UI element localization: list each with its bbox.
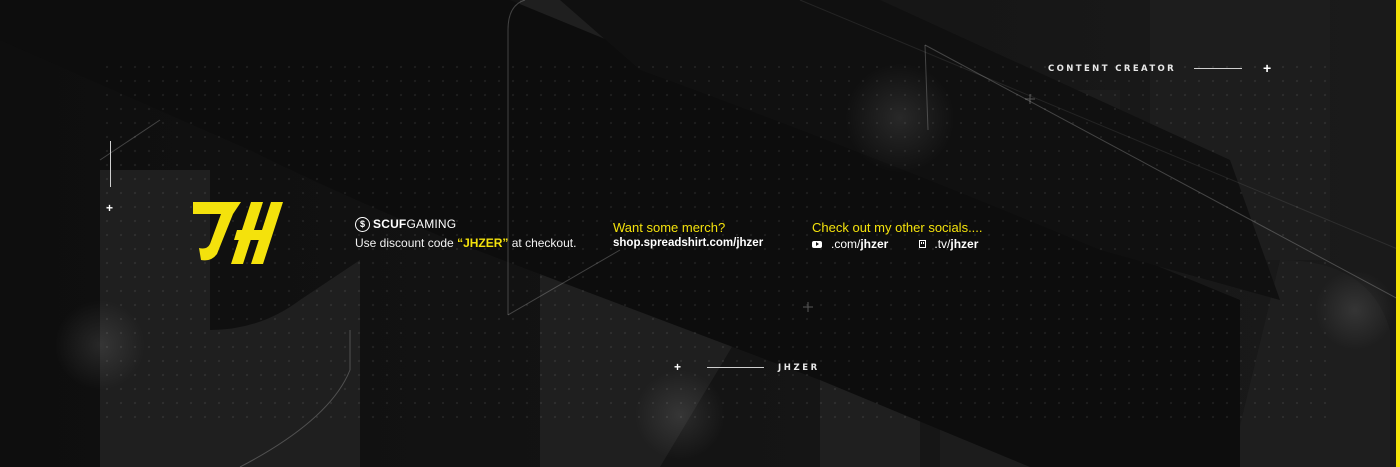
socials-heading: Check out my other socials.... (812, 220, 983, 235)
jh-monogram-logo-icon (193, 202, 283, 264)
youtube-link[interactable]: .com/jhzer (812, 237, 888, 251)
channel-name-label: JHZER (778, 363, 820, 373)
sponsor-brand: $ SCUFGAMING (355, 214, 576, 234)
accent-edge (1396, 0, 1400, 467)
socials-block: Check out my other socials.... .com/jhze… (812, 220, 983, 251)
discount-text: Use discount code “JHZER” at checkout. (355, 236, 577, 250)
merch-heading: Want some merch? (613, 220, 726, 235)
merch-block: Want some merch? shop.spreadshirt.com/jh… (613, 220, 763, 249)
sponsor-block: $ SCUFGAMING Use discount code “JHZER” a… (355, 214, 576, 250)
plus-icon: + (1263, 60, 1272, 76)
channel-banner: CONTENT CREATOR + + $ SCUFGAMING Use dis… (0, 0, 1400, 467)
scuf-dollar-icon: $ (355, 216, 370, 232)
scuf-gaming-wordmark: SCUFGAMING (373, 217, 457, 231)
twitch-icon (919, 240, 927, 248)
twitch-link[interactable]: .tv/jhzer (888, 237, 978, 251)
socials-list: .com/jhzer .tv/jhzer (812, 237, 983, 251)
content-creator-tagline: CONTENT CREATOR (1048, 64, 1177, 74)
merch-link[interactable]: shop.spreadshirt.com/jhzer (613, 237, 763, 249)
divider-line (1194, 68, 1242, 69)
plus-icon: + (674, 360, 682, 374)
divider-line (707, 367, 764, 368)
plus-icon: + (106, 201, 114, 215)
divider-line (110, 141, 111, 187)
youtube-icon (812, 240, 822, 248)
discount-code: “JHZER” (457, 236, 509, 250)
